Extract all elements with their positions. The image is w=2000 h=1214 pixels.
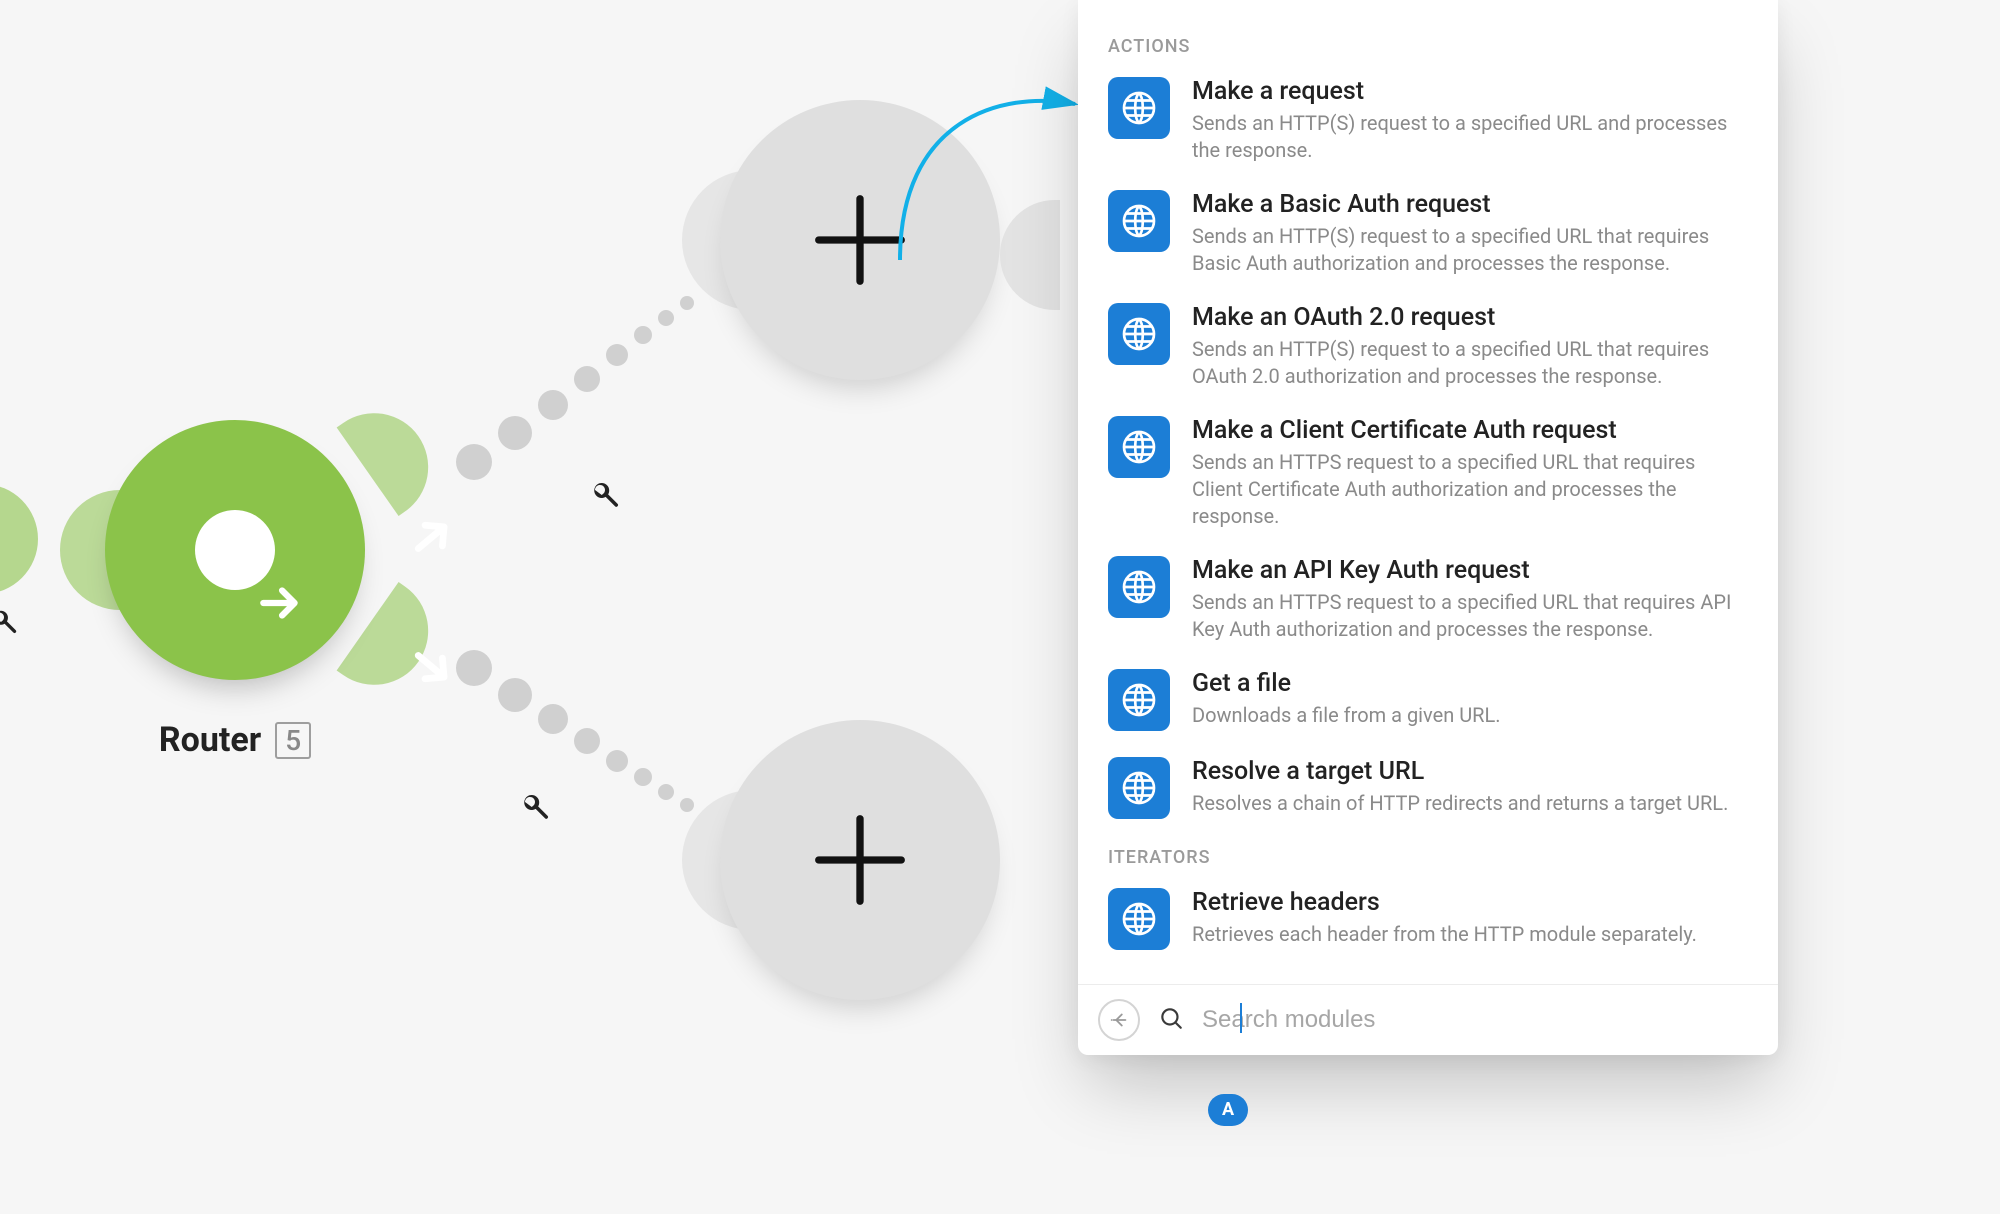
back-button[interactable] bbox=[1098, 999, 1140, 1041]
module-item-client-cert[interactable]: Make a Client Certificate Auth request S… bbox=[1108, 406, 1748, 546]
router-index-badge: 5 bbox=[275, 722, 311, 759]
router-node[interactable]: Router 5 bbox=[100, 420, 370, 760]
add-module-slot-top[interactable] bbox=[720, 100, 1000, 380]
text-caret bbox=[1240, 1003, 1242, 1033]
module-title: Make a Client Certificate Auth request bbox=[1192, 416, 1748, 445]
module-desc: Sends an HTTPS request to a specified UR… bbox=[1192, 449, 1748, 530]
module-desc: Retrieves each header from the HTTP modu… bbox=[1192, 921, 1748, 948]
panel-footer bbox=[1078, 984, 1778, 1055]
module-item-api-key[interactable]: Make an API Key Auth request Sends an HT… bbox=[1108, 546, 1748, 659]
module-title: Resolve a target URL bbox=[1192, 757, 1748, 786]
module-item-oauth[interactable]: Make an OAuth 2.0 request Sends an HTTP(… bbox=[1108, 293, 1748, 406]
add-module-slot-bottom[interactable] bbox=[720, 720, 1000, 1000]
module-title: Make an API Key Auth request bbox=[1192, 556, 1748, 585]
keyboard-hint-badge: A bbox=[1208, 1094, 1248, 1126]
module-desc: Resolves a chain of HTTP redirects and r… bbox=[1192, 790, 1748, 817]
module-search-input[interactable] bbox=[1202, 1006, 1758, 1034]
module-item-retrieve-headers[interactable]: Retrieve headers Retrieves each header f… bbox=[1108, 878, 1748, 966]
module-item-make-request[interactable]: Make a request Sends an HTTP(S) request … bbox=[1108, 67, 1748, 180]
module-item-basic-auth[interactable]: Make a Basic Auth request Sends an HTTP(… bbox=[1108, 180, 1748, 293]
section-heading-iterators: ITERATORS bbox=[1108, 847, 1748, 868]
globe-icon bbox=[1108, 77, 1170, 139]
globe-icon bbox=[1108, 190, 1170, 252]
panel-connector-top bbox=[1000, 200, 1060, 310]
module-desc: Downloads a file from a given URL. bbox=[1192, 702, 1748, 729]
module-picker-panel: ACTIONS Make a request Sends an HTTP(S) … bbox=[1078, 0, 1778, 1055]
module-item-resolve-url[interactable]: Resolve a target URL Resolves a chain of… bbox=[1108, 747, 1748, 835]
wrench-icon[interactable] bbox=[0, 608, 18, 640]
globe-icon bbox=[1108, 757, 1170, 819]
module-title: Make a Basic Auth request bbox=[1192, 190, 1748, 219]
section-heading-actions: ACTIONS bbox=[1108, 36, 1748, 57]
module-title: Make an OAuth 2.0 request bbox=[1192, 303, 1748, 332]
router-label-text: Router bbox=[159, 720, 261, 760]
globe-icon bbox=[1108, 556, 1170, 618]
module-desc: Sends an HTTPS request to a specified UR… bbox=[1192, 589, 1748, 643]
wrench-icon[interactable] bbox=[520, 792, 550, 822]
globe-icon bbox=[1108, 416, 1170, 478]
module-desc: Sends an HTTP(S) request to a specified … bbox=[1192, 223, 1748, 277]
search-icon bbox=[1158, 1005, 1184, 1035]
module-item-get-file[interactable]: Get a file Downloads a file from a given… bbox=[1108, 659, 1748, 747]
globe-icon bbox=[1108, 303, 1170, 365]
module-desc: Sends an HTTP(S) request to a specified … bbox=[1192, 110, 1748, 164]
module-title: Make a request bbox=[1192, 77, 1748, 106]
module-title: Retrieve headers bbox=[1192, 888, 1748, 917]
wrench-icon[interactable] bbox=[590, 480, 620, 510]
module-desc: Sends an HTTP(S) request to a specified … bbox=[1192, 336, 1748, 390]
globe-icon bbox=[1108, 669, 1170, 731]
module-title: Get a file bbox=[1192, 669, 1748, 698]
globe-icon bbox=[1108, 888, 1170, 950]
